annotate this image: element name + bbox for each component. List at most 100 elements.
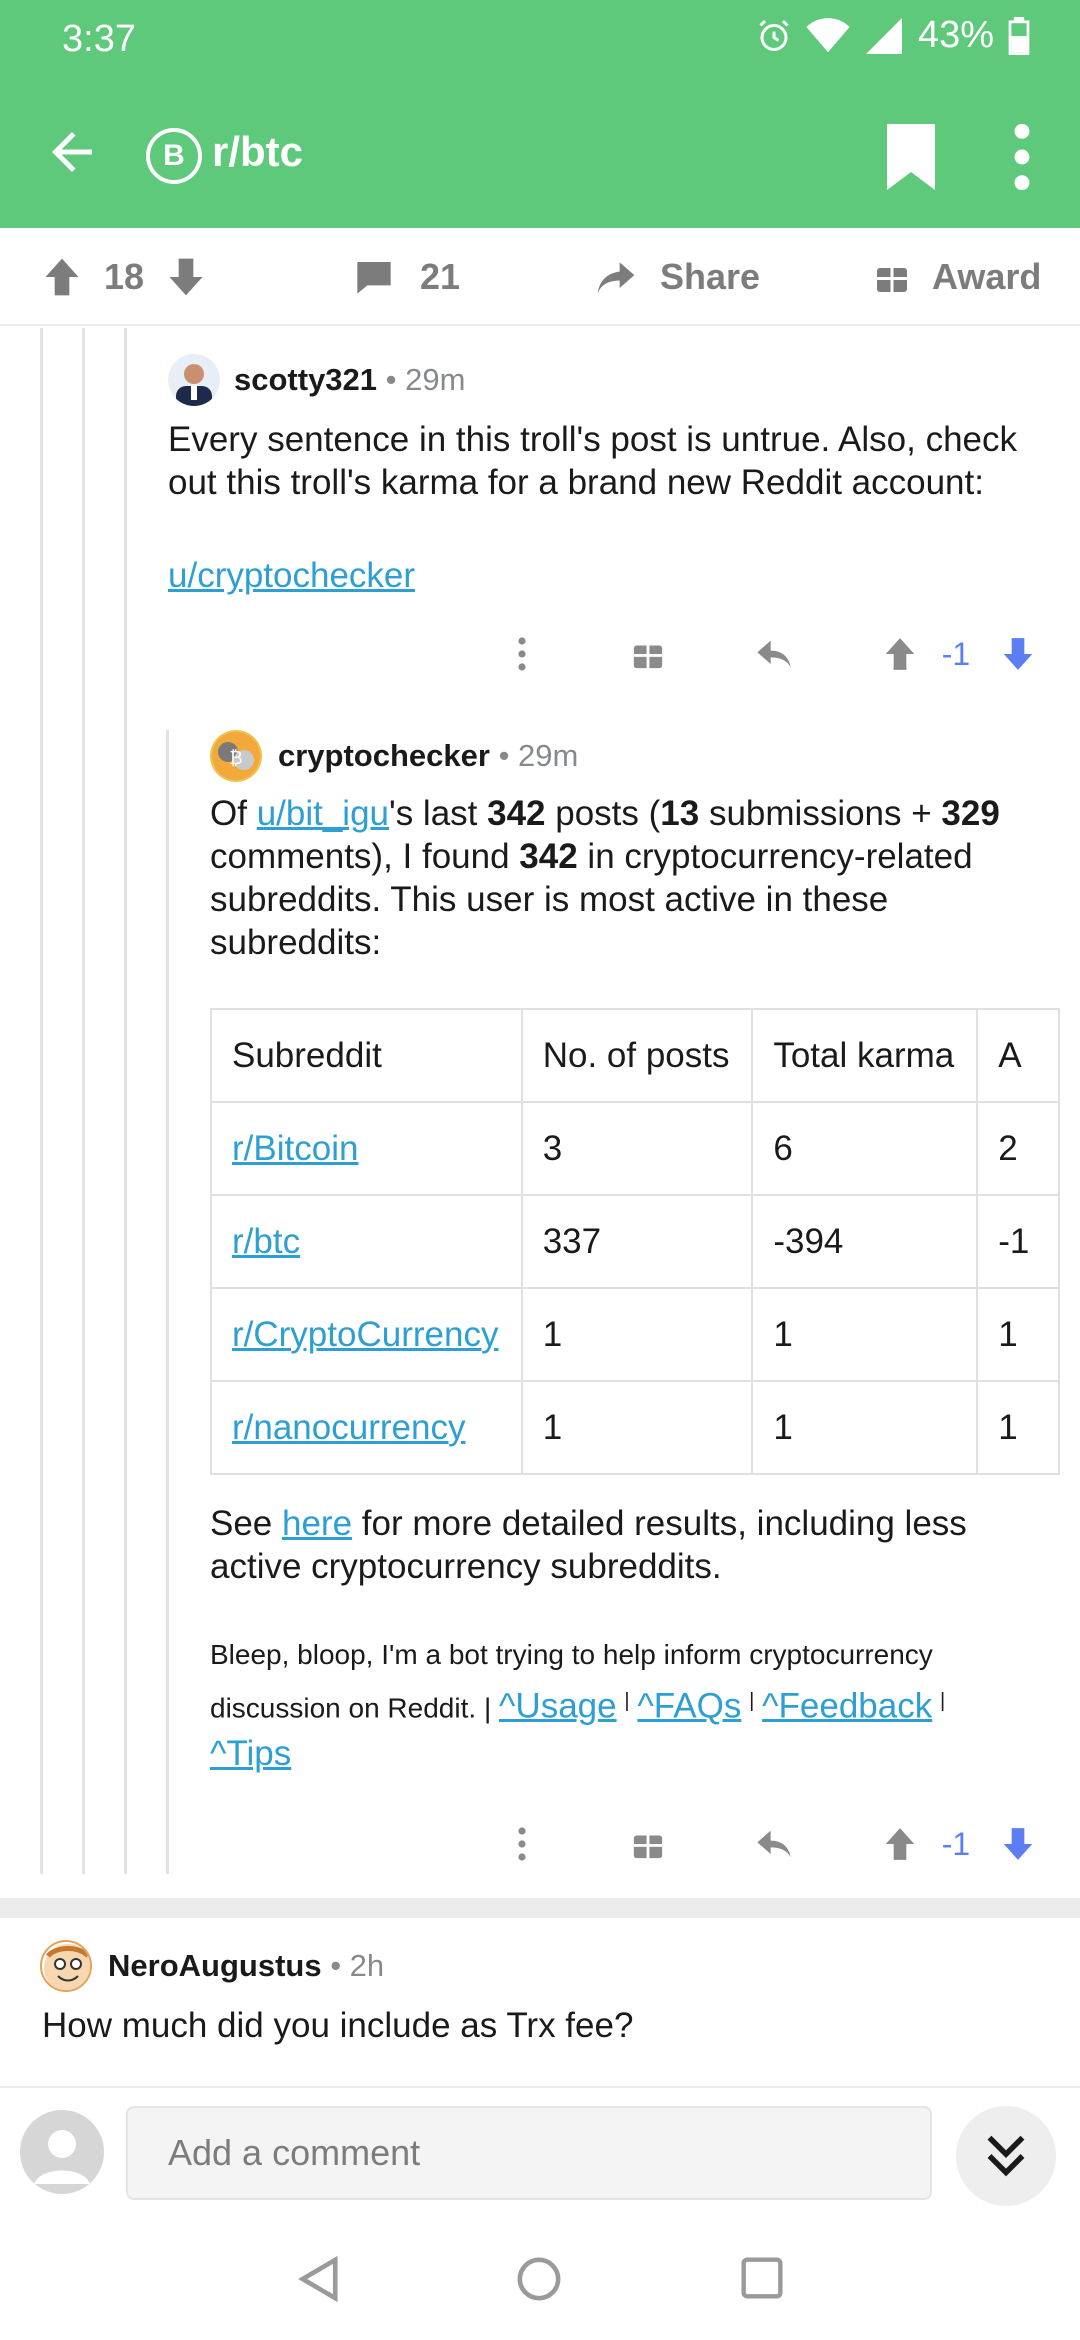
post-action-bar: 18 21 Share Award xyxy=(0,228,1080,326)
thread-line-1[interactable] xyxy=(40,328,43,1874)
thread-line-2[interactable] xyxy=(82,328,85,1874)
table-cell: 2 xyxy=(976,1101,1060,1196)
author-name[interactable]: NeroAugustus xyxy=(108,1948,322,1983)
tips-link[interactable]: ^Tips xyxy=(210,1734,291,1773)
award-label: Award xyxy=(932,256,1042,297)
reply-icon[interactable] xyxy=(742,1814,806,1874)
nav-back-icon[interactable] xyxy=(296,2256,340,2302)
comment-time: • 29m xyxy=(498,738,579,773)
more-options-icon[interactable] xyxy=(1004,122,1040,192)
table-cell: 6 xyxy=(751,1101,979,1196)
share-label: Share xyxy=(660,256,761,297)
avatar[interactable]: ₿ xyxy=(210,730,262,782)
alarm-icon xyxy=(759,19,789,51)
wifi-icon xyxy=(806,17,850,52)
nav-recents-icon[interactable] xyxy=(740,2256,784,2300)
add-comment-input[interactable]: Add a comment xyxy=(126,2106,932,2200)
downvote-icon[interactable] xyxy=(986,1814,1050,1874)
bookmark-icon[interactable] xyxy=(884,124,938,190)
gift-icon[interactable] xyxy=(616,1814,680,1874)
table-cell: -1 xyxy=(976,1194,1060,1289)
table-header: Subreddit xyxy=(210,1008,523,1103)
comments-button[interactable]: 21 xyxy=(354,228,460,326)
battery-icon xyxy=(1008,16,1030,55)
table-cell: 1 xyxy=(751,1380,979,1475)
table-row: r/btc 337 -394 -1 xyxy=(210,1194,1060,1289)
comment-icon xyxy=(357,262,391,294)
subreddit-name[interactable]: r/btc xyxy=(212,128,303,176)
system-nav-bar xyxy=(0,2216,1080,2340)
table-cell: 3 xyxy=(520,1101,754,1196)
more-options-icon[interactable] xyxy=(490,624,554,684)
top-app-bar: 3:37 43% B r/btc xyxy=(0,0,1080,228)
comment-score: -1 xyxy=(941,635,971,672)
table-header: A xyxy=(976,1008,1060,1103)
upvote-icon[interactable] xyxy=(868,1814,932,1874)
comment-actions: -1 xyxy=(490,1814,1050,1874)
table-cell: 1 xyxy=(520,1380,754,1475)
usage-link[interactable]: ^Usage xyxy=(499,1686,617,1725)
post-score: 18 xyxy=(104,256,145,297)
nav-home-icon[interactable] xyxy=(516,2256,562,2302)
collapse-chevron-icon[interactable] xyxy=(956,2106,1056,2206)
avatar[interactable] xyxy=(40,1940,92,1992)
thread-line-4[interactable] xyxy=(166,730,169,1874)
comment-actions: -1 xyxy=(490,624,1050,684)
downvote-icon[interactable] xyxy=(164,255,208,299)
upvote-icon[interactable] xyxy=(868,624,932,684)
gift-icon[interactable] xyxy=(616,624,680,684)
thread-line-3[interactable] xyxy=(124,328,127,1874)
subreddit-link[interactable]: r/CryptoCurrency xyxy=(232,1315,498,1354)
downvote-icon[interactable] xyxy=(986,624,1050,684)
subreddit-icon: B xyxy=(146,128,202,184)
table-cell: -394 xyxy=(751,1194,979,1289)
table-cell: 1 xyxy=(976,1287,1060,1382)
faqs-link[interactable]: ^FAQs xyxy=(637,1686,741,1725)
subreddit-link[interactable]: r/Bitcoin xyxy=(232,1129,358,1168)
table-cell: 1 xyxy=(976,1380,1060,1475)
share-arrow-icon xyxy=(597,262,635,294)
subreddit-link[interactable]: r/btc xyxy=(232,1222,300,1261)
comment-count: 21 xyxy=(420,256,461,297)
table-cell: 1 xyxy=(520,1287,754,1382)
comment-time: • 2h xyxy=(330,1948,385,1983)
upvote-icon[interactable] xyxy=(40,255,84,299)
reply-icon[interactable] xyxy=(742,624,806,684)
app-bar: B r/btc xyxy=(0,100,1080,210)
user-avatar[interactable] xyxy=(20,2110,104,2194)
comment-body: How much did you include as Trx fee? xyxy=(42,2006,634,2045)
author-name[interactable]: scotty321 xyxy=(234,362,377,397)
here-link[interactable]: here xyxy=(282,1504,352,1543)
subreddit-table[interactable]: Subreddit No. of posts Total karma A r/B… xyxy=(210,1008,1060,1476)
table-row: r/nanocurrency 1 1 1 xyxy=(210,1380,1060,1475)
back-arrow-icon[interactable] xyxy=(42,122,102,182)
comment-body: Every sentence in this troll's post is u… xyxy=(168,420,1018,595)
award-button[interactable]: Award xyxy=(874,228,1041,326)
more-options-icon[interactable] xyxy=(490,1814,554,1874)
see-more-text: See here for more detailed results, incl… xyxy=(210,1504,967,1586)
section-separator xyxy=(0,1898,1080,1918)
share-button[interactable]: Share xyxy=(594,228,760,326)
status-time: 3:37 xyxy=(62,18,136,60)
table-header: No. of posts xyxy=(520,1008,754,1103)
comment-score: -1 xyxy=(941,1825,971,1862)
gift-icon xyxy=(877,268,907,292)
svg-text:₿: ₿ xyxy=(229,748,242,769)
user-link[interactable]: u/bit_igu xyxy=(257,794,389,833)
table-cell: 1 xyxy=(751,1287,979,1382)
avatar[interactable] xyxy=(168,354,220,406)
author-name[interactable]: cryptochecker xyxy=(278,738,490,773)
subreddit-link[interactable]: r/nanocurrency xyxy=(232,1408,465,1447)
user-link[interactable]: u/cryptochecker xyxy=(168,556,415,595)
table-row: r/Bitcoin 3 6 2 xyxy=(210,1101,1060,1196)
comment-time: • 29m xyxy=(385,362,466,397)
status-icons: 43% xyxy=(756,14,1030,57)
comment-composer: Add a comment xyxy=(0,2086,1080,2216)
bot-footer: Bleep, bloop, I'm a bot trying to help i… xyxy=(210,1639,946,1774)
signal-icon xyxy=(865,17,902,54)
feedback-link[interactable]: ^Feedback xyxy=(762,1686,932,1725)
status-bar: 3:37 43% xyxy=(0,0,1080,80)
table-header: Total karma xyxy=(751,1008,979,1103)
table-row: r/CryptoCurrency 1 1 1 xyxy=(210,1287,1060,1382)
comment-body: Of u/bit_igu's last 342 posts (13 submis… xyxy=(210,794,1000,962)
